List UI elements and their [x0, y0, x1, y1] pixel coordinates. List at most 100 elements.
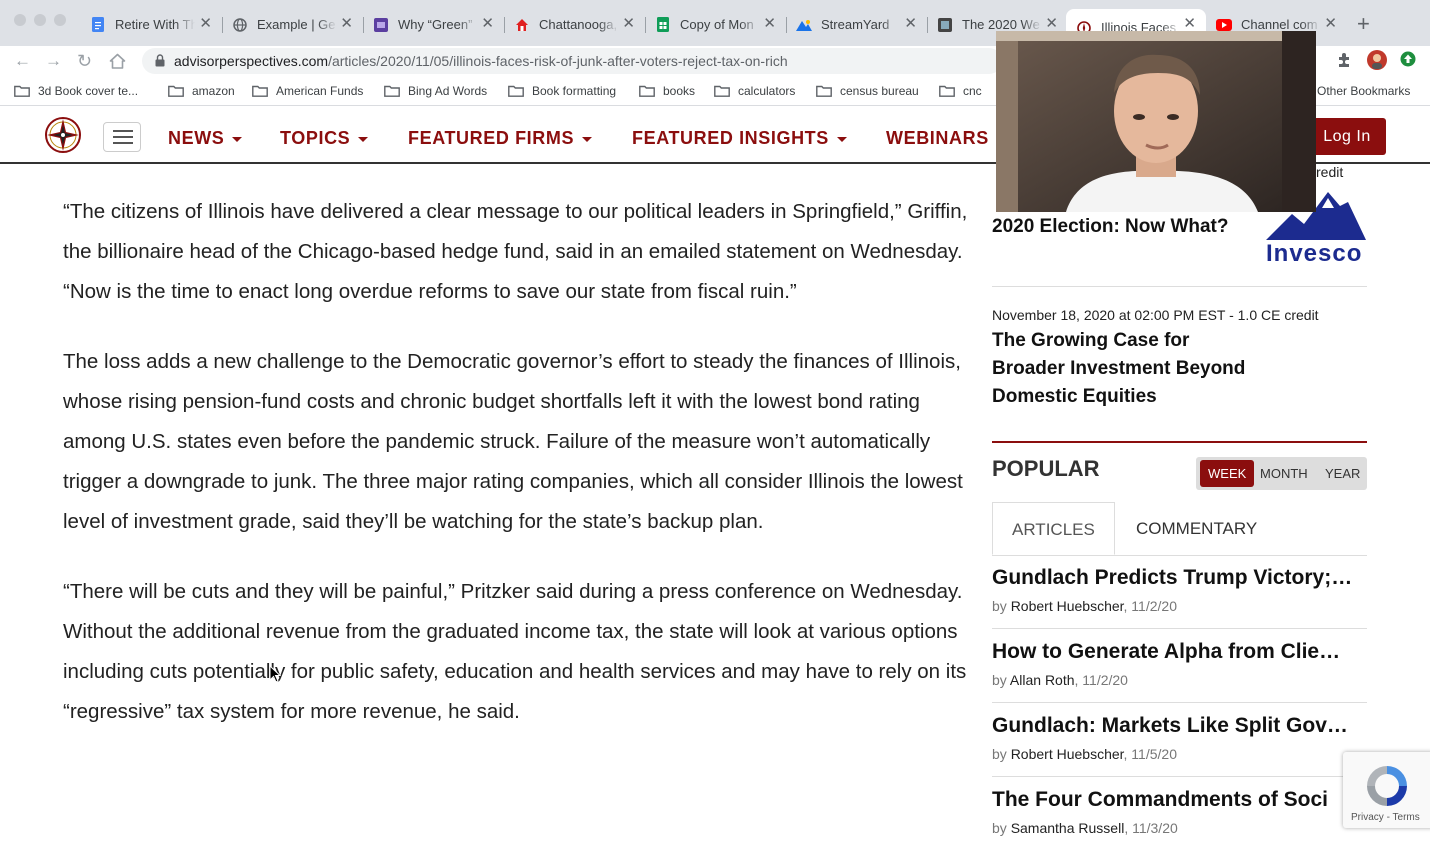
- period-toggle: WEEK MONTH YEAR: [1196, 457, 1367, 490]
- article-body: “The citizens of Illinois have delivered…: [63, 192, 978, 762]
- streamyard-icon: [796, 17, 812, 33]
- folder-icon: [508, 85, 524, 97]
- back-arrow-icon[interactable]: ←: [14, 50, 31, 72]
- webcam-person-image: [996, 31, 1316, 212]
- window-minimize-button[interactable]: [34, 14, 46, 26]
- popular-heading: POPULAR: [992, 456, 1100, 481]
- list-item: Gundlach Predicts Trump Victory;… by Rob…: [992, 566, 1367, 614]
- address-bar[interactable]: advisorperspectives.com/articles/2020/11…: [142, 48, 1002, 74]
- google-sheets-icon: [655, 17, 671, 33]
- folder-icon: [639, 85, 655, 97]
- bookmark-folder[interactable]: Book formatting: [508, 84, 616, 98]
- period-week-button[interactable]: WEEK: [1200, 460, 1255, 487]
- mouse-cursor-icon: [269, 665, 281, 683]
- profile-avatar[interactable]: [1367, 50, 1387, 75]
- browser-tab[interactable]: Example | Ge ✕: [222, 9, 364, 40]
- browser-tab[interactable]: Retire With The ✕: [80, 9, 223, 40]
- webinar-title-link[interactable]: The Growing Case for Broader Investment …: [992, 327, 1262, 411]
- recaptcha-badge[interactable]: Privacy - Terms: [1343, 752, 1430, 828]
- home-icon[interactable]: [109, 50, 126, 76]
- reload-icon[interactable]: ↻: [77, 50, 92, 72]
- nav-featured-insights[interactable]: FEATURED INSIGHTS: [632, 128, 847, 149]
- folder-icon: [816, 85, 832, 97]
- nav-webinars[interactable]: WEBINARS: [886, 128, 989, 149]
- tab-close-icon[interactable]: ✕: [481, 16, 494, 32]
- author-link[interactable]: Samantha Russell: [1011, 820, 1125, 836]
- tab-commentary[interactable]: COMMENTARY: [1136, 502, 1257, 555]
- nav-featured-firms[interactable]: FEATURED FIRMS: [408, 128, 593, 149]
- other-bookmarks[interactable]: Other Bookmarks: [1317, 84, 1410, 98]
- popular-article-link[interactable]: The Four Commandments of Soci: [992, 788, 1364, 812]
- article-paragraph: The loss adds a new challenge to the Dem…: [63, 350, 963, 533]
- author-link[interactable]: Robert Huebscher: [1011, 598, 1124, 614]
- author-link[interactable]: Robert Huebscher: [1011, 746, 1124, 762]
- divider: [992, 286, 1367, 287]
- browser-tab[interactable]: Chattanooga, ✕: [504, 9, 646, 40]
- site-icon: [373, 17, 389, 33]
- caret-down-icon: [358, 136, 369, 142]
- forward-arrow-icon[interactable]: →: [45, 50, 62, 72]
- tab-close-icon[interactable]: ✕: [1045, 16, 1058, 32]
- hamburger-menu-button[interactable]: [103, 122, 141, 152]
- folder-icon: [714, 85, 730, 97]
- extensions-puzzle-icon[interactable]: [1336, 52, 1352, 73]
- browser-tab[interactable]: Why “Green” ✕: [363, 9, 505, 40]
- list-item: The Four Commandments of Soci by Samanth…: [992, 788, 1367, 836]
- window-maximize-button[interactable]: [54, 14, 66, 26]
- divider: [992, 441, 1367, 443]
- period-year-button[interactable]: YEAR: [1325, 457, 1360, 490]
- bookmark-folder[interactable]: cnc: [939, 84, 982, 98]
- period-month-button[interactable]: MONTH: [1260, 457, 1308, 490]
- caret-down-icon: [836, 136, 847, 142]
- tab-close-icon[interactable]: ✕: [1183, 16, 1196, 32]
- nav-news[interactable]: NEWS: [168, 128, 243, 149]
- globe-icon: [232, 17, 248, 33]
- lock-icon: [155, 54, 165, 72]
- login-button[interactable]: Log In: [1308, 118, 1386, 155]
- tab-close-icon[interactable]: ✕: [622, 16, 635, 32]
- browser-tab[interactable]: StreamYard ✕: [786, 9, 928, 40]
- bookmark-folder[interactable]: books: [639, 84, 695, 98]
- tab-close-icon[interactable]: ✕: [763, 16, 776, 32]
- compass-logo-icon[interactable]: [44, 116, 82, 154]
- folder-icon: [939, 85, 955, 97]
- webinar-title-link[interactable]: 2020 Election: Now What?: [992, 213, 1252, 241]
- bookmark-folder[interactable]: American Funds: [252, 84, 363, 98]
- caret-down-icon: [582, 136, 593, 142]
- list-item: How to Generate Alpha from Clie… by Alla…: [992, 640, 1367, 688]
- nav-topics[interactable]: TOPICS: [280, 128, 369, 149]
- window-close-button[interactable]: [14, 14, 26, 26]
- folder-icon: [252, 85, 268, 97]
- author-link[interactable]: Allan Roth: [1010, 672, 1075, 688]
- caret-down-icon: [232, 136, 243, 142]
- bookmark-folder[interactable]: census bureau: [816, 84, 919, 98]
- bookmark-folder[interactable]: calculators: [714, 84, 795, 98]
- recaptcha-terms-link[interactable]: Terms: [1393, 812, 1420, 823]
- tab-close-icon[interactable]: ✕: [1324, 16, 1337, 32]
- webinar-meta: redit: [1316, 164, 1344, 180]
- folder-icon: [384, 85, 400, 97]
- list-item: Gundlach: Markets Like Split Gov… by Rob…: [992, 714, 1367, 762]
- popular-article-link[interactable]: How to Generate Alpha from Clie…: [992, 640, 1364, 664]
- tab-articles[interactable]: ARTICLES: [992, 502, 1115, 555]
- update-arrow-icon[interactable]: [1400, 51, 1416, 72]
- url-text: advisorperspectives.com/articles/2020/11…: [174, 53, 788, 69]
- tab-close-icon[interactable]: ✕: [340, 16, 353, 32]
- bookmark-folder[interactable]: amazon: [168, 84, 235, 98]
- popular-article-link[interactable]: Gundlach: Markets Like Split Gov…: [992, 714, 1364, 738]
- bookmark-folder[interactable]: Bing Ad Words: [384, 84, 487, 98]
- recaptcha-privacy-link[interactable]: Privacy: [1351, 812, 1384, 823]
- folder-icon: [168, 85, 184, 97]
- webcam-overlay: [996, 31, 1316, 212]
- tab-close-icon[interactable]: ✕: [904, 16, 917, 32]
- popular-tabs: ARTICLES COMMENTARY: [992, 502, 1367, 556]
- article-paragraph: “The citizens of Illinois have delivered…: [63, 200, 968, 303]
- popular-article-link[interactable]: Gundlach Predicts Trump Victory;…: [992, 566, 1364, 590]
- browser-tab[interactable]: Copy of Mon ✕: [645, 9, 787, 40]
- bookmark-folder[interactable]: 3d Book cover te...: [14, 84, 138, 98]
- article-paragraph: “There will be cuts and they will be pai…: [63, 580, 967, 723]
- tab-close-icon[interactable]: ✕: [199, 16, 212, 32]
- new-tab-button[interactable]: +: [1357, 13, 1370, 35]
- folder-icon: [14, 85, 30, 97]
- recaptcha-icon: [1367, 766, 1407, 806]
